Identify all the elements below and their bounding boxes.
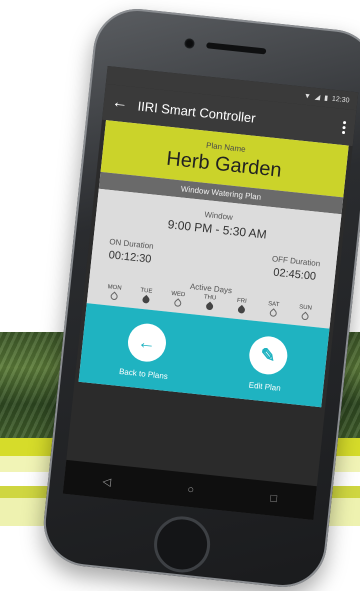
more-vert-icon[interactable]: [341, 120, 347, 134]
plan-card: Plan Name Herb Garden Window Watering Pl…: [78, 120, 349, 408]
arrow-left-icon[interactable]: ←: [125, 321, 168, 364]
speaker-grille: [206, 42, 267, 55]
edit-plan-label: Edit Plan: [248, 380, 282, 393]
off-duration: OFF Duration 02:45:00: [270, 254, 321, 283]
water-drop-icon: [299, 311, 310, 322]
back-to-plans-label: Back to Plans: [118, 366, 169, 381]
arrow-left-icon[interactable]: ←: [111, 94, 129, 114]
day-mon[interactable]: MON: [100, 284, 127, 302]
on-duration-label: ON Duration: [108, 237, 155, 251]
phone-screen: ▼ ◢ ▮ 12:30 ← IIRI Smart Controller Plan…: [62, 66, 359, 521]
back-to-plans-button[interactable]: ← Back to Plans: [119, 321, 173, 381]
day-tue[interactable]: TUE: [132, 287, 159, 305]
camera-icon: [183, 37, 195, 49]
home-button[interactable]: [151, 513, 213, 576]
on-duration-value: 00:12:30: [108, 249, 152, 266]
phone-body: ▼ ◢ ▮ 12:30 ← IIRI Smart Controller Plan…: [39, 4, 360, 591]
nav-back-icon[interactable]: ◁: [102, 474, 112, 488]
status-time: 12:30: [331, 95, 350, 104]
nav-recents-icon[interactable]: □: [270, 492, 278, 505]
on-duration: ON Duration 00:12:30: [107, 237, 154, 266]
water-drop-icon: [140, 294, 151, 305]
day-thu[interactable]: THU: [196, 294, 223, 312]
edit-plan-button[interactable]: ✎ Edit Plan: [245, 334, 289, 393]
water-drop-icon: [108, 291, 119, 302]
water-drop-icon: [172, 298, 183, 309]
day-wed[interactable]: WED: [164, 290, 191, 309]
off-duration-value: 02:45:00: [272, 266, 317, 283]
signal-icon: ◢: [314, 93, 321, 102]
battery-icon: ▮: [323, 94, 329, 103]
day-sat[interactable]: SAT: [259, 300, 286, 319]
phone-mockup: ▼ ◢ ▮ 12:30 ← IIRI Smart Controller Plan…: [39, 4, 360, 591]
water-drop-icon: [236, 304, 246, 315]
android-nav-bar: ◁ ○ □: [62, 459, 317, 521]
water-drop-icon: [204, 301, 215, 312]
pencil-icon[interactable]: ✎: [247, 334, 289, 377]
water-drop-icon: [267, 308, 278, 319]
wifi-icon: ▼: [303, 92, 312, 100]
nav-home-icon[interactable]: ○: [187, 484, 195, 497]
day-sun[interactable]: SUN: [291, 304, 318, 322]
day-fri[interactable]: FRI: [228, 297, 255, 315]
